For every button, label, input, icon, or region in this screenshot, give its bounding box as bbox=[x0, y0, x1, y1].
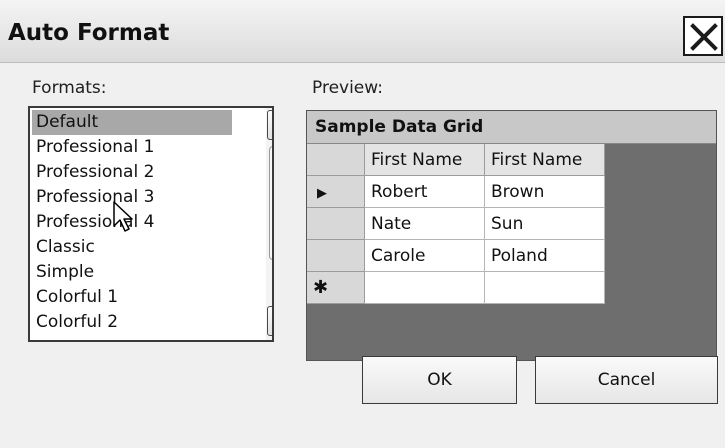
scroll-thumb[interactable] bbox=[269, 146, 272, 260]
grid-caption-text: Sample Data Grid bbox=[315, 117, 484, 137]
formats-scrollbar[interactable] bbox=[266, 108, 274, 340]
column-header-first-name[interactable]: First Name bbox=[365, 144, 485, 176]
new-row-indicator[interactable]: ✱ bbox=[307, 272, 365, 304]
grid-cell-new[interactable] bbox=[485, 272, 605, 304]
grid-cell[interactable]: Sun bbox=[485, 208, 605, 240]
close-button[interactable] bbox=[683, 16, 723, 56]
format-item-professional-1[interactable]: Professional 1 bbox=[32, 135, 232, 160]
chevron-down-icon bbox=[268, 307, 274, 335]
preview-panel: Sample Data Grid First Name First Name ▶… bbox=[306, 110, 717, 361]
mouse-cursor-icon bbox=[113, 201, 133, 232]
close-icon bbox=[687, 20, 721, 54]
format-item-default[interactable]: Default bbox=[32, 110, 232, 135]
grid-cell[interactable]: Nate bbox=[365, 208, 485, 240]
format-item-simple[interactable]: Simple bbox=[32, 260, 232, 285]
grid-cell-new[interactable] bbox=[365, 272, 485, 304]
row-indicator-current[interactable]: ▶ bbox=[307, 176, 365, 208]
row-indicator[interactable] bbox=[307, 240, 365, 272]
grid-caption: Sample Data Grid bbox=[307, 111, 716, 144]
preview-label: Preview: bbox=[312, 78, 383, 98]
format-item-colorful-2[interactable]: Colorful 2 bbox=[32, 310, 232, 335]
current-row-icon: ▶ bbox=[317, 186, 327, 201]
grid-cell[interactable]: Brown bbox=[485, 176, 605, 208]
formats-listbox[interactable]: Default Professional 1 Professional 2 Pr… bbox=[28, 106, 274, 342]
corner-header-cell bbox=[307, 144, 365, 176]
formats-label: Formats: bbox=[32, 78, 107, 98]
scroll-up-button[interactable] bbox=[267, 110, 274, 140]
dialog-title: Auto Format bbox=[8, 20, 170, 46]
row-indicator[interactable] bbox=[307, 208, 365, 240]
format-item-colorful-1[interactable]: Colorful 1 bbox=[32, 285, 232, 310]
grid-cell[interactable]: Robert bbox=[365, 176, 485, 208]
format-item-classic[interactable]: Classic bbox=[32, 235, 232, 260]
grid-cell[interactable]: Carole bbox=[365, 240, 485, 272]
format-item-professional-2[interactable]: Professional 2 bbox=[32, 160, 232, 185]
chevron-up-icon bbox=[268, 111, 274, 139]
new-row-icon: ✱ bbox=[313, 277, 329, 298]
grid-cell[interactable]: Poland bbox=[485, 240, 605, 272]
title-bar: Auto Format bbox=[0, 0, 725, 63]
cancel-button[interactable]: Cancel bbox=[535, 356, 718, 404]
auto-format-dialog: Auto Format Formats: Default Professiona… bbox=[0, 0, 725, 448]
ok-button[interactable]: OK bbox=[362, 356, 517, 404]
column-header-first-name-2[interactable]: First Name bbox=[485, 144, 605, 176]
scroll-down-button[interactable] bbox=[267, 306, 274, 336]
